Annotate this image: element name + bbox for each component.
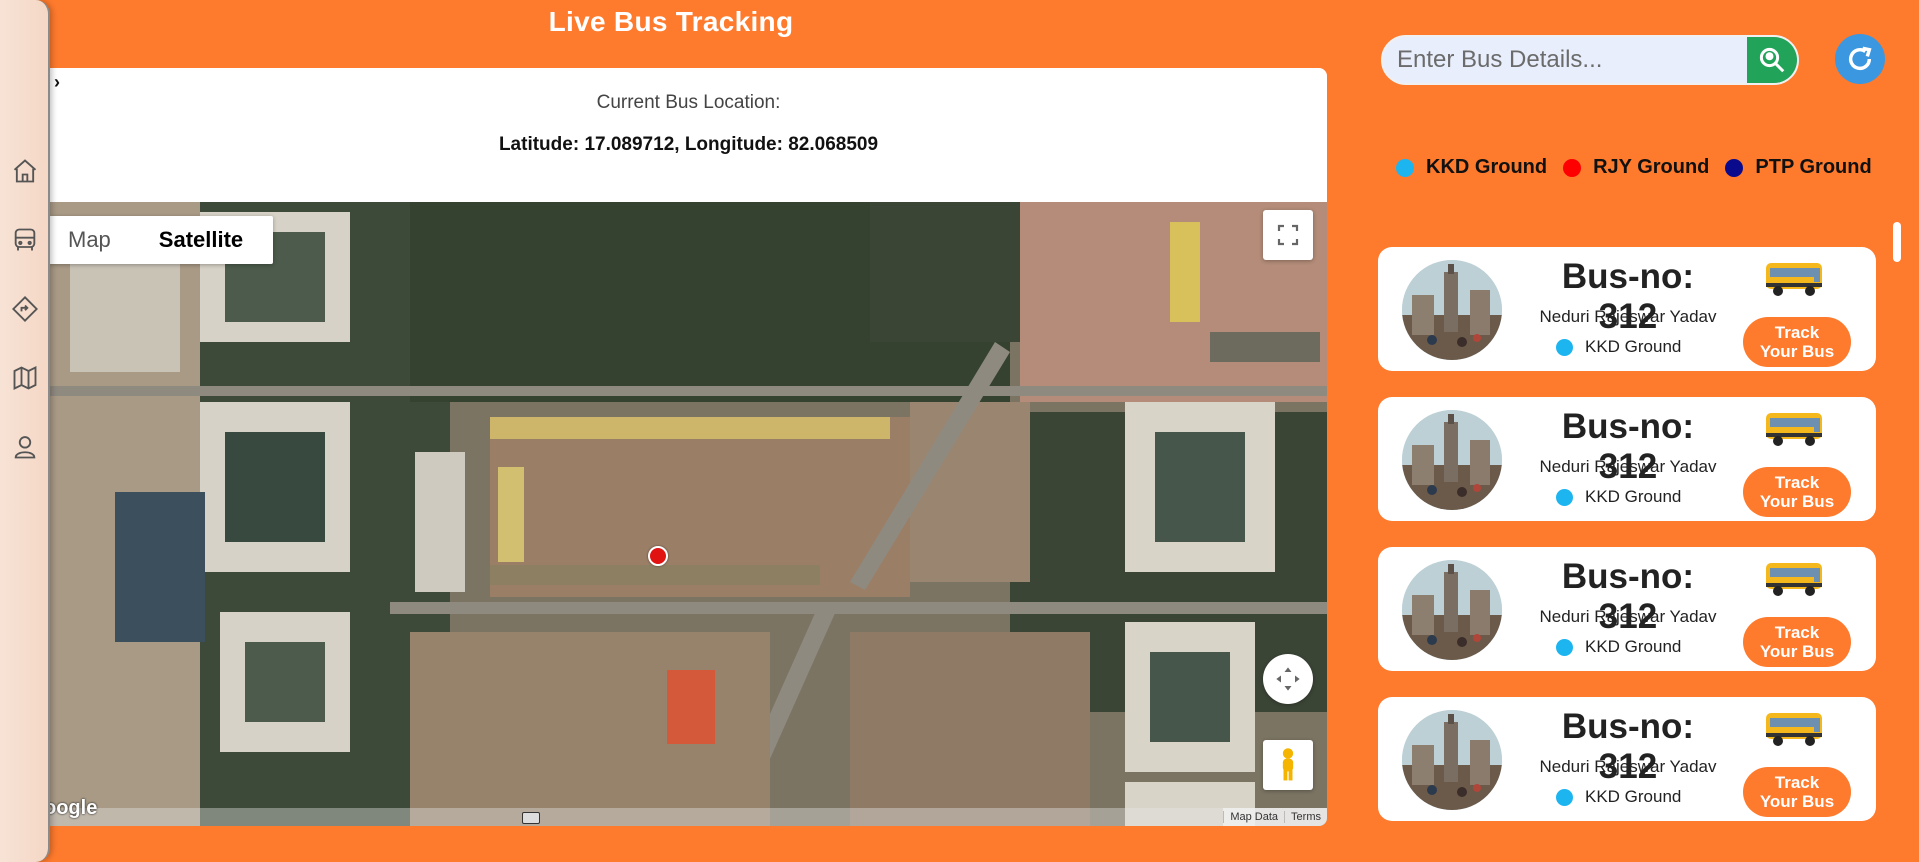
sidebar bbox=[0, 0, 50, 862]
map-type-toggle: Map Satellite bbox=[50, 216, 274, 264]
bus-avatar bbox=[1402, 710, 1502, 810]
bus-avatar bbox=[1402, 560, 1502, 660]
legend-item-kkd: KKD Ground bbox=[1396, 156, 1547, 179]
bus-card: Bus-no: 312 Neduri Rajeswar Yadav KKD Gr… bbox=[1378, 697, 1876, 821]
driver-name: Neduri Rajeswar Yadav bbox=[1539, 307, 1717, 326]
bus-icon[interactable] bbox=[10, 225, 40, 255]
map-data-link[interactable]: Map Data bbox=[1223, 811, 1284, 823]
ground-dot-icon bbox=[1556, 788, 1573, 806]
refresh-icon bbox=[1848, 46, 1872, 71]
satellite-imagery bbox=[50, 202, 1327, 826]
user-icon[interactable] bbox=[10, 432, 40, 462]
driver-name: Neduri Rajeswar Yadav bbox=[1539, 607, 1717, 626]
map-attribution: Map Data Terms bbox=[1223, 808, 1327, 826]
search-button[interactable] bbox=[1747, 37, 1797, 83]
keyboard-shortcuts-icon[interactable] bbox=[522, 812, 540, 824]
ground-dot-icon bbox=[1556, 488, 1573, 506]
bus-ground: KKD Ground bbox=[1556, 337, 1681, 357]
bus-card: Bus-no: 312 Neduri Rajeswar Yadav KKD Gr… bbox=[1378, 397, 1876, 521]
bus-avatar bbox=[1402, 260, 1502, 360]
bus-ground: KKD Ground bbox=[1556, 487, 1681, 507]
school-bus-icon bbox=[1764, 409, 1826, 449]
home-icon[interactable] bbox=[10, 156, 40, 186]
directions-icon[interactable] bbox=[10, 294, 40, 324]
satellite-tab[interactable]: Satellite bbox=[129, 216, 273, 264]
camera-control-icon[interactable] bbox=[1263, 654, 1313, 704]
bus-list-scrollbar[interactable] bbox=[1893, 222, 1901, 262]
legend-item-rjy: RJY Ground bbox=[1563, 156, 1709, 179]
satellite-map[interactable]: Map Satellite oogle Map Data Terms bbox=[50, 202, 1327, 826]
bus-ground: KKD Ground bbox=[1556, 787, 1681, 807]
map-footer-strip bbox=[50, 808, 1327, 826]
terms-link[interactable]: Terms bbox=[1284, 811, 1327, 823]
ground-legend: KKD Ground RJY Ground PTP Ground bbox=[1396, 156, 1888, 179]
driver-name: Neduri Rajeswar Yadav bbox=[1539, 457, 1717, 476]
bus-card: Bus-no: 312 Neduri Rajeswar Yadav KKD Gr… bbox=[1378, 547, 1876, 671]
refresh-button[interactable] bbox=[1835, 34, 1885, 84]
track-bus-button[interactable]: Track Your Bus bbox=[1743, 767, 1851, 817]
track-bus-button[interactable]: Track Your Bus bbox=[1743, 617, 1851, 667]
bus-card: Bus-no: 312 Neduri Rajeswar Yadav KKD Gr… bbox=[1378, 247, 1876, 371]
bus-ground: KKD Ground bbox=[1556, 637, 1681, 657]
school-bus-icon bbox=[1764, 259, 1826, 299]
track-bus-button[interactable]: Track Your Bus bbox=[1743, 317, 1851, 367]
school-bus-icon bbox=[1764, 709, 1826, 749]
location-label: Current Bus Location: bbox=[596, 92, 781, 113]
search-icon bbox=[1759, 47, 1785, 73]
page-title: Live Bus Tracking bbox=[548, 6, 794, 37]
bus-avatar bbox=[1402, 410, 1502, 510]
ground-dot-icon bbox=[1556, 638, 1573, 656]
fullscreen-icon[interactable] bbox=[1263, 210, 1313, 260]
location-coordinates: Latitude: 17.089712, Longitude: 82.06850… bbox=[498, 134, 879, 155]
tracking-panel: › Current Bus Location: Latitude: 17.089… bbox=[50, 68, 1327, 826]
map-icon[interactable] bbox=[10, 363, 40, 393]
track-bus-button[interactable]: Track Your Bus bbox=[1743, 467, 1851, 517]
google-logo: oogle bbox=[50, 797, 98, 819]
expand-chevron-icon[interactable]: › bbox=[54, 72, 60, 93]
pegman-icon[interactable] bbox=[1263, 740, 1313, 790]
school-bus-icon bbox=[1764, 559, 1826, 599]
search-bar bbox=[1381, 35, 1799, 85]
bus-location-marker[interactable] bbox=[648, 546, 668, 566]
map-tab[interactable]: Map bbox=[50, 216, 129, 264]
ground-dot-icon bbox=[1556, 338, 1573, 356]
legend-item-ptp: PTP Ground bbox=[1725, 156, 1872, 179]
bus-search-input[interactable] bbox=[1383, 37, 1749, 83]
driver-name: Neduri Rajeswar Yadav bbox=[1539, 757, 1717, 776]
